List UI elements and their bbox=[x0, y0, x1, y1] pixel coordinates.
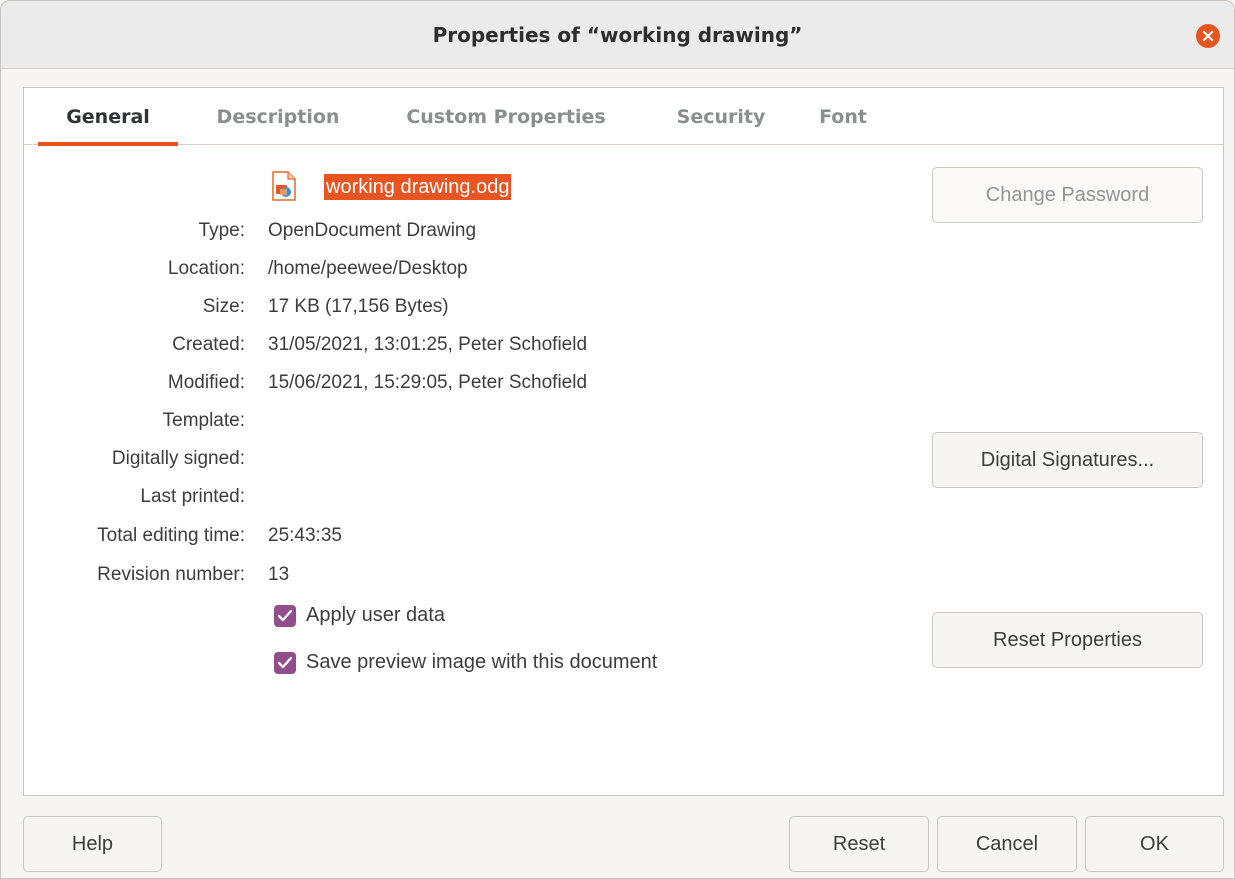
modified-value: 15/06/2021, 15:29:05, Peter Schofield bbox=[268, 372, 588, 393]
dialog-title: Properties of “working drawing” bbox=[432, 22, 803, 47]
tab-bar: General Description Custom Properties Se… bbox=[24, 88, 1223, 146]
file-name[interactable]: working drawing.odg bbox=[324, 174, 512, 200]
created-value: 31/05/2021, 13:01:25, Peter Schofield bbox=[268, 334, 588, 355]
save-preview-checkbox[interactable] bbox=[274, 651, 296, 674]
title-bar: Properties of “working drawing” bbox=[1, 1, 1234, 69]
close-icon bbox=[1202, 30, 1214, 42]
size-label: Size: bbox=[202, 296, 245, 317]
type-label: Type: bbox=[198, 220, 245, 241]
apply-user-data-checkbox[interactable] bbox=[274, 604, 296, 627]
location-label: Location: bbox=[167, 258, 245, 279]
checkmark-icon bbox=[277, 609, 293, 621]
modified-label: Modified: bbox=[167, 372, 245, 393]
properties-dialog: Properties of “working drawing” General … bbox=[0, 0, 1235, 879]
tab-custom-properties[interactable]: Custom Properties bbox=[386, 88, 626, 145]
type-value: OpenDocument Drawing bbox=[268, 220, 477, 241]
cancel-button[interactable]: Cancel bbox=[937, 816, 1077, 872]
tab-font[interactable]: Font bbox=[808, 88, 878, 145]
change-password-button[interactable]: Change Password bbox=[932, 167, 1203, 223]
revision-number-value: 13 bbox=[268, 564, 290, 585]
help-button[interactable]: Help bbox=[23, 816, 162, 872]
tab-security[interactable]: Security bbox=[656, 88, 786, 145]
created-label: Created: bbox=[172, 334, 245, 355]
close-button[interactable] bbox=[1196, 24, 1220, 48]
location-value: /home/peewee/Desktop bbox=[268, 258, 468, 279]
size-value: 17 KB (17,156 Bytes) bbox=[268, 296, 449, 317]
save-preview-label[interactable]: Save preview image with this document bbox=[306, 651, 657, 674]
save-preview-row: Save preview image with this document bbox=[274, 651, 657, 674]
last-printed-label: Last printed: bbox=[140, 486, 245, 507]
ok-button[interactable]: OK bbox=[1085, 816, 1224, 872]
tab-general[interactable]: General bbox=[38, 88, 178, 146]
total-editing-time-value: 25:43:35 bbox=[268, 525, 342, 546]
revision-number-label: Revision number: bbox=[97, 564, 245, 585]
digitally-signed-label: Digitally signed: bbox=[111, 448, 245, 469]
reset-properties-button[interactable]: Reset Properties bbox=[932, 612, 1203, 668]
digital-signatures-button[interactable]: Digital Signatures... bbox=[932, 432, 1203, 488]
total-editing-time-label: Total editing time: bbox=[97, 525, 245, 546]
tab-description[interactable]: Description bbox=[198, 88, 358, 145]
template-label: Template: bbox=[162, 410, 245, 431]
checkmark-icon bbox=[277, 656, 293, 668]
draw-document-icon bbox=[272, 171, 296, 201]
reset-button[interactable]: Reset bbox=[789, 816, 929, 872]
apply-user-data-label[interactable]: Apply user data bbox=[306, 604, 445, 627]
apply-user-data-row: Apply user data bbox=[274, 604, 445, 627]
